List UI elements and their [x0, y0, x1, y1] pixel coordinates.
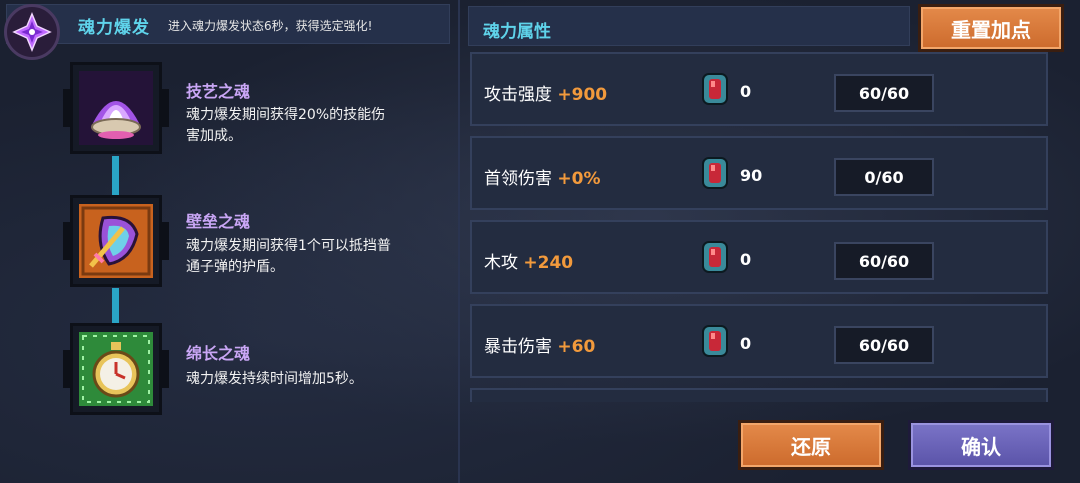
attribute-row[interactable]: 首领伤害 +0% 90 0/60: [470, 136, 1048, 210]
skill-description-line: 魂力爆发持续时间增加5秒。: [186, 371, 363, 387]
skill-description-line: 魂力爆发期间获得1个可以抵挡普: [186, 238, 391, 254]
soul-gem-icon: [700, 72, 730, 106]
attribute-bonus: +900: [557, 85, 608, 105]
attribute-row[interactable]: 木攻 +240 0 60/60: [470, 220, 1048, 294]
skill-description: 魂力爆发期间获得1个可以抵挡普 通子弹的护盾。: [186, 236, 452, 278]
purple-flame-shell-icon: [79, 71, 153, 145]
soul-gem-icon: [700, 324, 730, 358]
attribute-bonus: +60: [557, 337, 596, 357]
skill-description-line: 害加成。: [186, 128, 242, 144]
attribute-level[interactable]: 60/60: [834, 74, 934, 112]
attribute-bonus: +240: [523, 253, 574, 273]
gem-count: 0: [740, 250, 752, 269]
skill-name: 绵长之魂: [186, 344, 251, 363]
purple-crystal-burst-icon: [4, 4, 60, 60]
skill-slot-technique[interactable]: [63, 62, 169, 154]
attribute-name: 攻击强度 +900: [484, 80, 607, 105]
skill-slot-endurance[interactable]: [63, 323, 169, 415]
burst-description: 进入魂力爆发状态6秒，获得选定强化!: [168, 19, 373, 33]
gem-count: 0: [740, 82, 752, 101]
attributes-title: 魂力属性: [483, 22, 551, 42]
attributes-header: 魂力属性: [468, 6, 910, 46]
skill-description-line: 通子弹的护盾。: [186, 259, 284, 275]
attribute-name: 首领伤害 +0%: [484, 164, 601, 189]
skill-description: 魂力爆发持续时间增加5秒。: [186, 369, 452, 390]
gem-count: 90: [740, 166, 763, 185]
attribute-row[interactable]: [470, 388, 1048, 402]
attribute-name: 木攻 +240: [484, 248, 573, 273]
skill-name: 壁垒之魂: [186, 212, 251, 231]
attribute-list[interactable]: 攻击强度 +900 0 60/60 首领伤害 +0% 90 0/60 木攻 +2…: [468, 52, 1050, 402]
soul-gem-icon: [700, 240, 730, 274]
attribute-name: 暴击伤害 +60: [484, 332, 595, 357]
skill-name: 技艺之魂: [186, 82, 251, 101]
panel-divider: [458, 0, 460, 483]
soul-burst-panel: 魂力爆发 进入魂力爆发状态6秒，获得选定强化! 技艺之魂 魂力爆发期间获得20%…: [0, 0, 452, 483]
reset-points-button[interactable]: 重置加点: [918, 4, 1064, 52]
confirm-button[interactable]: 确认: [908, 420, 1054, 470]
skill-description: 魂力爆发期间获得20%的技能伤 害加成。: [186, 105, 452, 147]
skill-connector: [112, 156, 119, 198]
skill-connector: [112, 288, 119, 326]
skill-description-line: 魂力爆发期间获得20%的技能伤: [186, 107, 386, 123]
burst-title: 魂力爆发: [78, 18, 150, 38]
stopwatch-icon: [79, 332, 153, 406]
attribute-bonus: +0%: [557, 169, 601, 189]
attribute-row[interactable]: 暴击伤害 +60 0 60/60: [470, 304, 1048, 378]
attribute-row[interactable]: 攻击强度 +900 0 60/60: [470, 52, 1048, 126]
attribute-level[interactable]: 60/60: [834, 326, 934, 364]
attribute-level[interactable]: 0/60: [834, 158, 934, 196]
attribute-label: 木攻: [484, 253, 518, 273]
attribute-label: 攻击强度: [484, 85, 552, 105]
gem-count: 0: [740, 334, 752, 353]
soul-gem-icon: [700, 156, 730, 190]
restore-button[interactable]: 还原: [738, 420, 884, 470]
skill-slot-bulwark[interactable]: [63, 195, 169, 287]
attribute-label: 暴击伤害: [484, 337, 552, 357]
attribute-level[interactable]: 60/60: [834, 242, 934, 280]
shield-sword-icon: [79, 204, 153, 278]
attribute-label: 首领伤害: [484, 169, 552, 189]
